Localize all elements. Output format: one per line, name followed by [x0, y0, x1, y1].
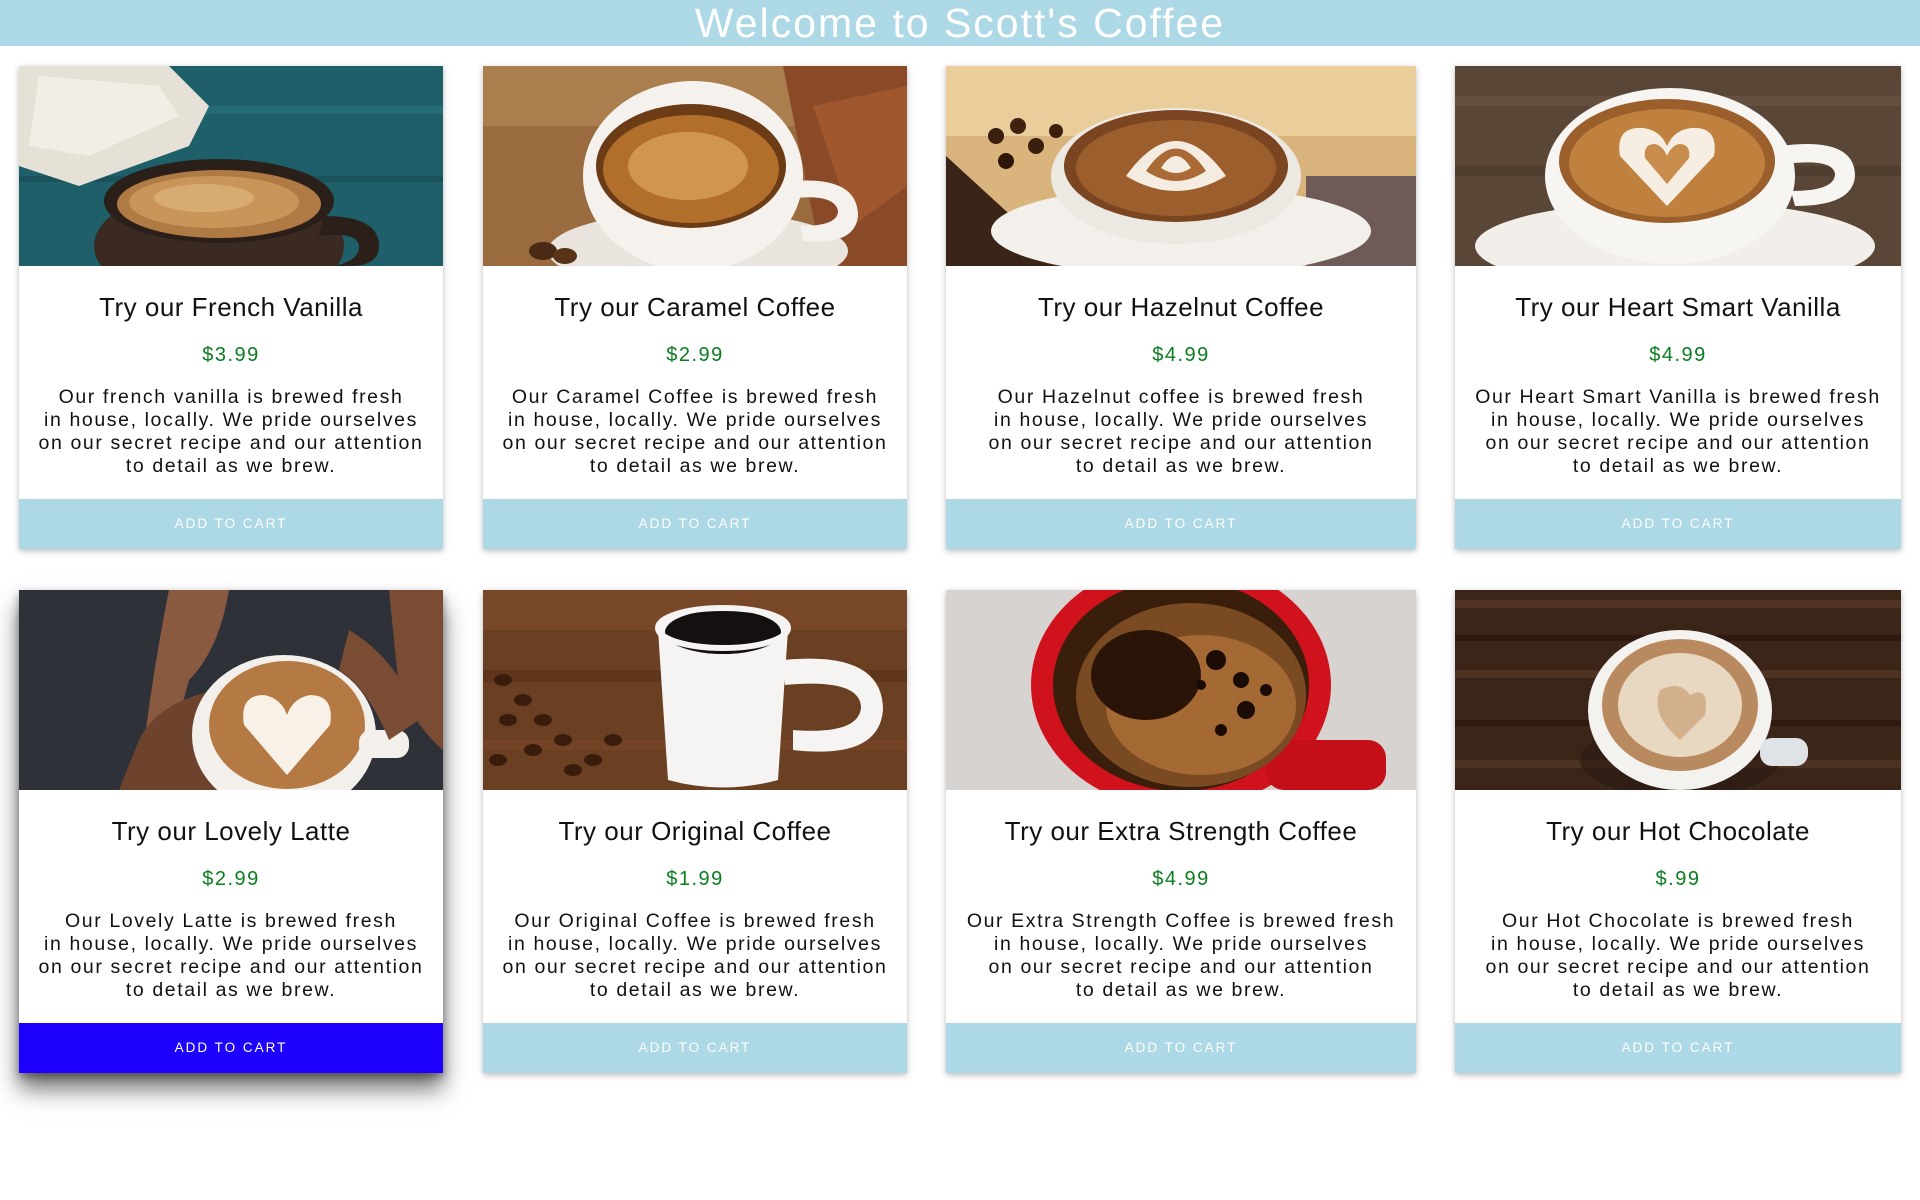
description-line: on our secret recipe and our attention: [502, 432, 888, 454]
product-card-original-coffee: Try our Original Coffee $1.99 Our Origin…: [483, 590, 907, 1073]
description-line: to detail as we brew.: [589, 979, 801, 1001]
product-title: Try our Extra Strength Coffee: [1004, 816, 1358, 846]
product-card-caramel-coffee: Try our Caramel Coffee $2.99 Our Caramel…: [483, 66, 907, 549]
product-photo-hazelnut-coffee: [946, 66, 1416, 266]
product-photo-heart-smart-vanilla: [1455, 66, 1901, 266]
description-line: in house, locally. We pride ourselves: [994, 933, 1368, 955]
product-price: $4.99: [1152, 868, 1210, 890]
product-card-hazelnut-coffee: Try our Hazelnut Coffee $4.99 Our Hazeln…: [946, 66, 1416, 549]
add-to-cart-button[interactable]: ADD TO CART: [946, 499, 1416, 549]
add-to-cart-button[interactable]: ADD TO CART: [946, 1023, 1416, 1073]
product-card-heart-smart-vanilla: Try our Heart Smart Vanilla $4.99 Our He…: [1455, 66, 1901, 549]
product-photo-lovely-latte: [19, 590, 443, 790]
product-photo-extra-strength-coffee: [946, 590, 1416, 790]
product-title: Try our Hot Chocolate: [1546, 816, 1810, 846]
add-to-cart-button[interactable]: ADD TO CART: [483, 499, 907, 549]
description-line: to detail as we brew.: [1572, 979, 1784, 1001]
product-price: $4.99: [1152, 344, 1210, 366]
add-to-cart-button[interactable]: ADD TO CART: [19, 1023, 443, 1073]
product-title: Try our Lovely Latte: [111, 816, 351, 846]
product-title: Try our Heart Smart Vanilla: [1515, 292, 1841, 322]
product-photo-french-vanilla: [19, 66, 443, 266]
description-line: on our secret recipe and our attention: [1485, 956, 1871, 978]
product-title: Try our Hazelnut Coffee: [1037, 292, 1325, 322]
product-description: Our Lovely Latte is brewed fresh in hous…: [23, 910, 439, 1002]
product-price: $3.99: [202, 344, 260, 366]
description-line: in house, locally. We pride ourselves: [44, 409, 418, 431]
product-description: Our Hot Chocolate is brewed fresh in hou…: [1459, 910, 1897, 1002]
product-photo-caramel-coffee: [483, 66, 907, 266]
description-line: Our Original Coffee is brewed fresh: [514, 910, 876, 932]
description-line: on our secret recipe and our attention: [988, 956, 1374, 978]
description-line: Our Extra Strength Coffee is brewed fres…: [966, 910, 1396, 932]
description-line: in house, locally. We pride ourselves: [1491, 409, 1865, 431]
product-price: $2.99: [202, 868, 260, 890]
product-price: $2.99: [666, 344, 724, 366]
product-description: Our Hazelnut coffee is brewed fresh in h…: [950, 386, 1412, 478]
description-line: to detail as we brew.: [1075, 979, 1287, 1001]
product-photo-original-coffee: [483, 590, 907, 790]
product-description: Our Caramel Coffee is brewed fresh in ho…: [487, 386, 903, 478]
add-to-cart-button[interactable]: ADD TO CART: [1455, 499, 1901, 549]
product-card-french-vanilla: Try our French Vanilla $3.99 Our french …: [19, 66, 443, 549]
description-line: Our Lovely Latte is brewed fresh: [65, 910, 397, 932]
description-line: to detail as we brew.: [1572, 455, 1784, 477]
description-line: Our Hot Chocolate is brewed fresh: [1502, 910, 1854, 932]
product-card-extra-strength-coffee: Try our Extra Strength Coffee $4.99 Our …: [946, 590, 1416, 1073]
description-line: to detail as we brew.: [125, 979, 337, 1001]
description-line: to detail as we brew.: [589, 455, 801, 477]
product-title: Try our Original Coffee: [558, 816, 832, 846]
description-line: on our secret recipe and our attention: [988, 432, 1374, 454]
description-line: in house, locally. We pride ourselves: [1491, 933, 1865, 955]
description-line: in house, locally. We pride ourselves: [44, 933, 418, 955]
description-line: on our secret recipe and our attention: [38, 956, 424, 978]
add-to-cart-button[interactable]: ADD TO CART: [1455, 1023, 1901, 1073]
description-line: Our Hazelnut coffee is brewed fresh: [997, 386, 1365, 408]
description-line: to detail as we brew.: [125, 455, 337, 477]
product-price: $1.99: [666, 868, 724, 890]
add-to-cart-button[interactable]: ADD TO CART: [19, 499, 443, 549]
product-description: Our Extra Strength Coffee is brewed fres…: [950, 910, 1412, 1002]
description-line: in house, locally. We pride ourselves: [994, 409, 1368, 431]
add-to-cart-button[interactable]: ADD TO CART: [483, 1023, 907, 1073]
description-line: in house, locally. We pride ourselves: [508, 409, 882, 431]
description-line: on our secret recipe and our attention: [502, 956, 888, 978]
product-price: $4.99: [1649, 344, 1707, 366]
product-description: Our Heart Smart Vanilla is brewed fresh …: [1459, 386, 1897, 478]
page-header: Welcome to Scott's Coffee: [0, 0, 1920, 46]
product-description: Our french vanilla is brewed fresh in ho…: [23, 386, 439, 478]
product-title: Try our French Vanilla: [99, 292, 363, 322]
product-price: $.99: [1655, 868, 1701, 890]
product-photo-hot-chocolate: [1455, 590, 1901, 790]
product-title: Try our Caramel Coffee: [554, 292, 836, 322]
description-line: Our Heart Smart Vanilla is brewed fresh: [1475, 386, 1881, 408]
description-line: on our secret recipe and our attention: [1485, 432, 1871, 454]
description-line: to detail as we brew.: [1075, 455, 1287, 477]
description-line: Our french vanilla is brewed fresh: [58, 386, 404, 408]
product-card-lovely-latte: Try our Lovely Latte $2.99 Our Lovely La…: [19, 590, 443, 1073]
product-description: Our Original Coffee is brewed fresh in h…: [487, 910, 903, 1002]
description-line: Our Caramel Coffee is brewed fresh: [511, 386, 879, 408]
page-title: Welcome to Scott's Coffee: [694, 0, 1226, 46]
product-card-hot-chocolate: Try our Hot Chocolate $.99 Our Hot Choco…: [1455, 590, 1901, 1073]
description-line: in house, locally. We pride ourselves: [508, 933, 882, 955]
description-line: on our secret recipe and our attention: [38, 432, 424, 454]
